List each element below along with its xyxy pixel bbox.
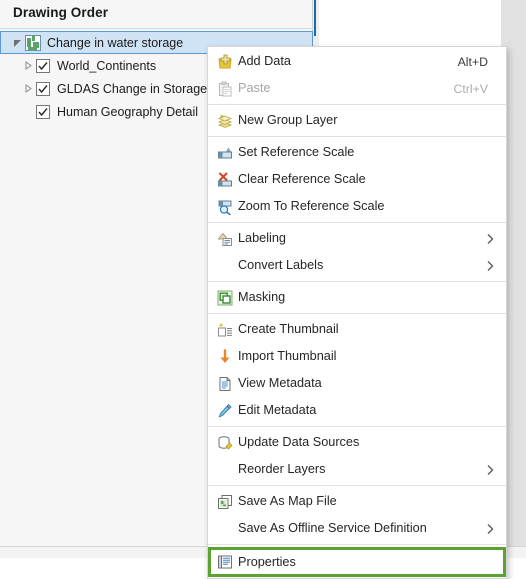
no-icon-spacer [212,460,238,480]
menu-item-reorder-layers[interactable]: Reorder Layers [208,456,506,483]
menu-item-label: Properties [238,554,296,569]
submenu-chevron-icon [486,523,494,535]
menu-item-masking[interactable]: Masking [208,284,506,311]
expand-triangle-icon[interactable] [20,54,36,77]
menu-item-create-thumbnail[interactable]: Create Thumbnail [208,316,506,343]
menu-item-paste[interactable]: Paste Ctrl+V [208,75,506,102]
tree-item-label: World_Continents [57,58,157,73]
menu-item-labeling[interactable]: Labeling [208,225,506,252]
submenu-chevron-icon [486,233,494,245]
zoom-reference-scale-icon [212,197,238,217]
menu-item-label: Zoom To Reference Scale [238,199,385,213]
labeling-icon [212,229,238,249]
menu-item-properties[interactable]: Properties [208,547,506,577]
menu-separator [208,485,506,486]
layer-visibility-checkbox[interactable] [36,104,50,119]
expand-triangle-icon[interactable] [20,77,36,100]
no-expander-spacer [20,100,36,123]
menu-separator [208,544,506,545]
set-reference-scale-icon [212,143,238,163]
tree-item-label: Human Geography Detail [57,104,199,119]
no-icon-spacer [212,256,238,276]
menu-item-edit-metadata[interactable]: Edit Metadata [208,397,506,424]
menu-item-shortcut: Ctrl+V [453,81,488,96]
menu-separator [208,281,506,282]
menu-item-label: Clear Reference Scale [238,172,366,186]
edit-metadata-icon [212,401,238,421]
menu-separator [208,136,506,137]
menu-item-label: View Metadata [238,376,322,390]
masking-icon [212,288,238,308]
menu-item-label: Save As Offline Service Definition [238,521,427,535]
menu-item-update-data-sources[interactable]: Update Data Sources [208,429,506,456]
menu-item-add-data[interactable]: Add Data Alt+D [208,48,506,75]
properties-icon [212,552,238,572]
menu-item-save-as-offline-service-definition[interactable]: Save As Offline Service Definition [208,515,506,542]
menu-separator [208,222,506,223]
menu-item-view-metadata[interactable]: View Metadata [208,370,506,397]
save-as-map-file-icon [212,492,238,512]
clear-reference-scale-icon [212,170,238,190]
menu-item-label: Masking [238,290,286,304]
layer-visibility-checkbox[interactable] [36,81,50,96]
splitter-grip[interactable] [314,0,316,36]
menu-item-convert-labels[interactable]: Convert Labels [208,252,506,279]
submenu-chevron-icon [486,260,494,272]
menu-item-label: Save As Map File [238,494,337,508]
menu-item-set-reference-scale[interactable]: Set Reference Scale [208,139,506,166]
menu-item-label: Set Reference Scale [238,145,355,159]
menu-item-zoom-to-reference-scale[interactable]: Zoom To Reference Scale [208,193,506,220]
menu-item-label: Import Thumbnail [238,349,337,363]
menu-separator [208,104,506,105]
menu-item-save-as-map-file[interactable]: Save As Map File [208,488,506,515]
menu-item-new-group-layer[interactable]: New Group Layer [208,107,506,134]
collapse-triangle-icon[interactable] [9,31,25,54]
update-data-sources-icon [212,433,238,453]
menu-item-label: Add Data [238,54,291,68]
menu-item-clear-reference-scale[interactable]: Clear Reference Scale [208,166,506,193]
menu-item-label: Edit Metadata [238,403,317,417]
menu-item-label: New Group Layer [238,113,338,127]
menu-item-label: Paste [238,81,271,95]
new-group-layer-icon [212,111,238,131]
menu-item-label: Convert Labels [238,258,324,272]
menu-item-label: Labeling [238,231,286,245]
page-title: Drawing Order [13,5,109,20]
menu-separator [208,426,506,427]
no-icon-spacer [212,519,238,539]
menu-item-label: Update Data Sources [238,435,360,449]
menu-item-import-thumbnail[interactable]: Import Thumbnail [208,343,506,370]
add-data-icon [212,52,238,72]
view-metadata-icon [212,374,238,394]
paste-icon [212,79,238,99]
menu-item-shortcut: Alt+D [457,54,488,69]
create-thumbnail-icon [212,320,238,340]
title-divider [0,28,313,29]
menu-item-label: Create Thumbnail [238,322,339,336]
map-layer-thumbnail-icon [25,34,41,51]
layer-context-menu[interactable]: Add Data Alt+D Paste Ctrl+V New Group La… [207,46,507,579]
layer-visibility-checkbox[interactable] [36,58,50,73]
application-window: Drawing Order Change in water storage Wo… [0,0,526,579]
menu-item-label: Reorder Layers [238,462,326,476]
import-thumbnail-icon [212,347,238,367]
tree-item-label: Change in water storage [47,35,184,50]
submenu-chevron-icon [486,464,494,476]
menu-separator [208,313,506,314]
